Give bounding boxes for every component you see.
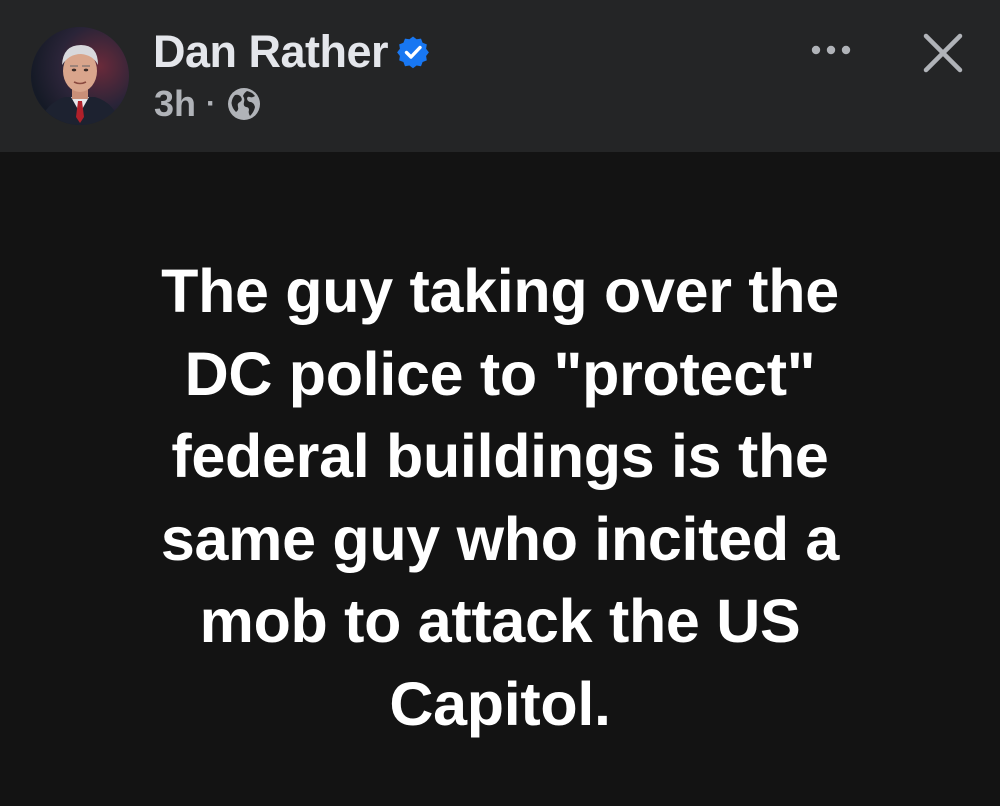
post-content: The guy taking over the DC police to "pr… xyxy=(0,152,1000,806)
post-text-line: Capitol. xyxy=(389,669,611,738)
post-viewer: Dan Rather 3h · The guy taking over the … xyxy=(0,0,1000,806)
close-button[interactable] xyxy=(918,28,968,78)
post-header: Dan Rather 3h · xyxy=(0,0,1000,152)
author-name[interactable]: Dan Rather xyxy=(153,26,389,78)
close-icon xyxy=(923,33,963,73)
timestamp[interactable]: 3h xyxy=(154,82,196,126)
verified-badge-icon xyxy=(396,35,430,69)
post-text-line: federal buildings is the xyxy=(171,422,829,490)
post-text-line: DC police to "protect" xyxy=(184,339,816,408)
post-text-line: mob to attack the US xyxy=(199,587,801,655)
more-options-button[interactable] xyxy=(808,33,854,67)
avatar[interactable] xyxy=(31,27,129,125)
post-text-line: same guy who incited a xyxy=(160,504,840,573)
post-text: The guy taking over the DC police to "pr… xyxy=(60,250,940,745)
author-row: Dan Rather xyxy=(153,26,430,78)
post-text-line: The guy taking over the xyxy=(161,257,839,325)
meta-separator: · xyxy=(206,87,217,120)
post-meta: 3h · xyxy=(154,82,262,126)
more-horizontal-icon xyxy=(811,45,851,55)
profile-photo-icon xyxy=(31,27,129,125)
globe-icon[interactable] xyxy=(226,86,262,122)
